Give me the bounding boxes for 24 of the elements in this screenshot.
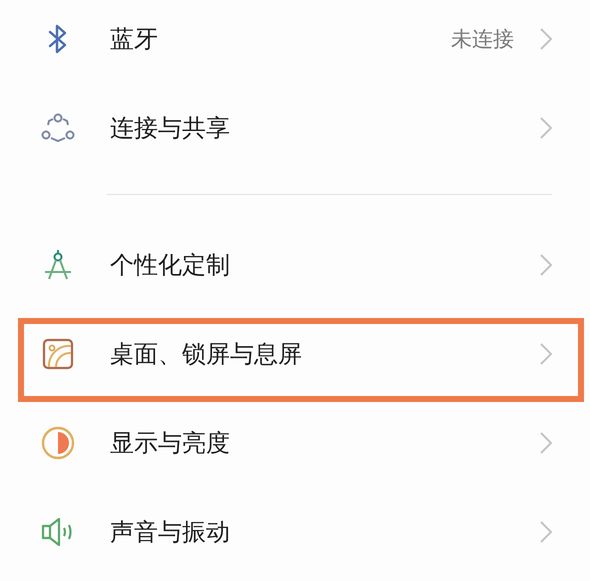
share-icon xyxy=(41,112,75,142)
brightness-icon xyxy=(41,426,75,460)
chevron-icon xyxy=(540,432,552,454)
compass-icon xyxy=(42,248,74,280)
settings-item[interactable]: 显示与亮度 xyxy=(0,398,590,487)
chevron-icon xyxy=(540,116,552,138)
item-label: 蓝牙 xyxy=(110,24,159,54)
settings-item[interactable]: 桌面、锁屏与息屏 xyxy=(0,309,590,398)
settings-item[interactable]: 声音与振动 xyxy=(0,487,590,576)
chevron-icon xyxy=(540,342,552,364)
bluetooth-icon xyxy=(47,22,69,54)
settings-item[interactable]: 蓝牙 未连接 xyxy=(0,0,590,83)
chevron-icon xyxy=(540,254,552,276)
wallpaper-icon xyxy=(42,338,74,370)
item-label: 个性化定制 xyxy=(110,250,231,280)
item-label: 桌面、锁屏与息屏 xyxy=(110,338,303,370)
item-label: 声音与振动 xyxy=(110,516,231,548)
status-value: 未连接 xyxy=(451,26,514,52)
settings-item[interactable]: 个性化定制 xyxy=(0,220,590,309)
chevron-icon xyxy=(540,28,552,50)
settings-item[interactable]: 连接与共享 xyxy=(0,83,590,172)
chevron-icon xyxy=(540,520,552,542)
item-label: 连接与共享 xyxy=(110,112,231,144)
item-label: 显示与亮度 xyxy=(110,428,231,458)
